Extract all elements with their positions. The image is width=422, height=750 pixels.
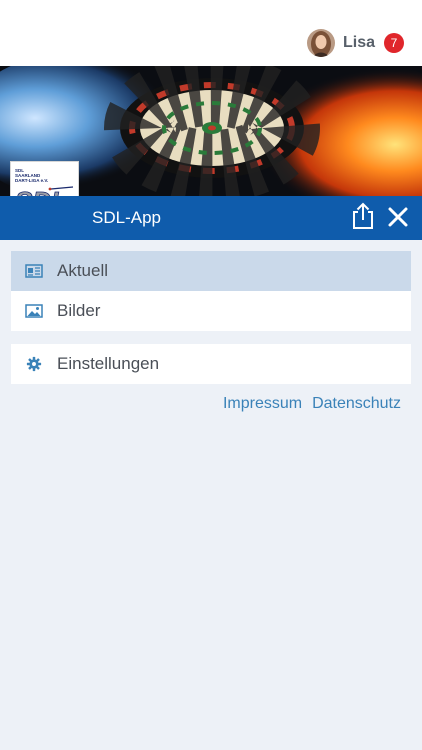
gear-icon <box>25 356 43 372</box>
user-name[interactable]: Lisa <box>343 34 375 52</box>
share-icon <box>353 202 373 229</box>
settings-menu: Einstellungen <box>11 344 411 384</box>
news-icon <box>25 263 43 279</box>
user-profile[interactable]: Lisa 7 <box>306 29 404 57</box>
menu-item-label: Einstellungen <box>57 354 160 373</box>
notification-badge[interactable]: 7 <box>384 33 404 53</box>
main-menu: Aktuell Bilder <box>11 251 411 331</box>
menu-item-bilder[interactable]: Bilder <box>11 291 411 331</box>
menu-item-label: Bilder <box>57 301 101 320</box>
datenschutz-link[interactable]: Datenschutz <box>312 395 401 413</box>
footer-links: Impressum Datenschutz <box>213 395 401 413</box>
app-bar: SDL-App <box>0 196 422 240</box>
logo-line3: DART-LIGA e.V. <box>15 178 48 183</box>
image-icon <box>25 303 43 319</box>
menu-item-einstellungen[interactable]: Einstellungen <box>11 344 411 384</box>
avatar[interactable] <box>306 29 335 57</box>
app-title: SDL-App <box>92 208 161 227</box>
menu-item-aktuell[interactable]: Aktuell <box>11 251 411 291</box>
menu-item-label: Aktuell <box>57 261 109 280</box>
share-button[interactable] <box>350 202 376 230</box>
top-bar: Lisa 7 <box>0 0 422 66</box>
impressum-link[interactable]: Impressum <box>223 395 302 413</box>
close-button[interactable] <box>386 205 410 229</box>
close-icon <box>388 207 408 227</box>
